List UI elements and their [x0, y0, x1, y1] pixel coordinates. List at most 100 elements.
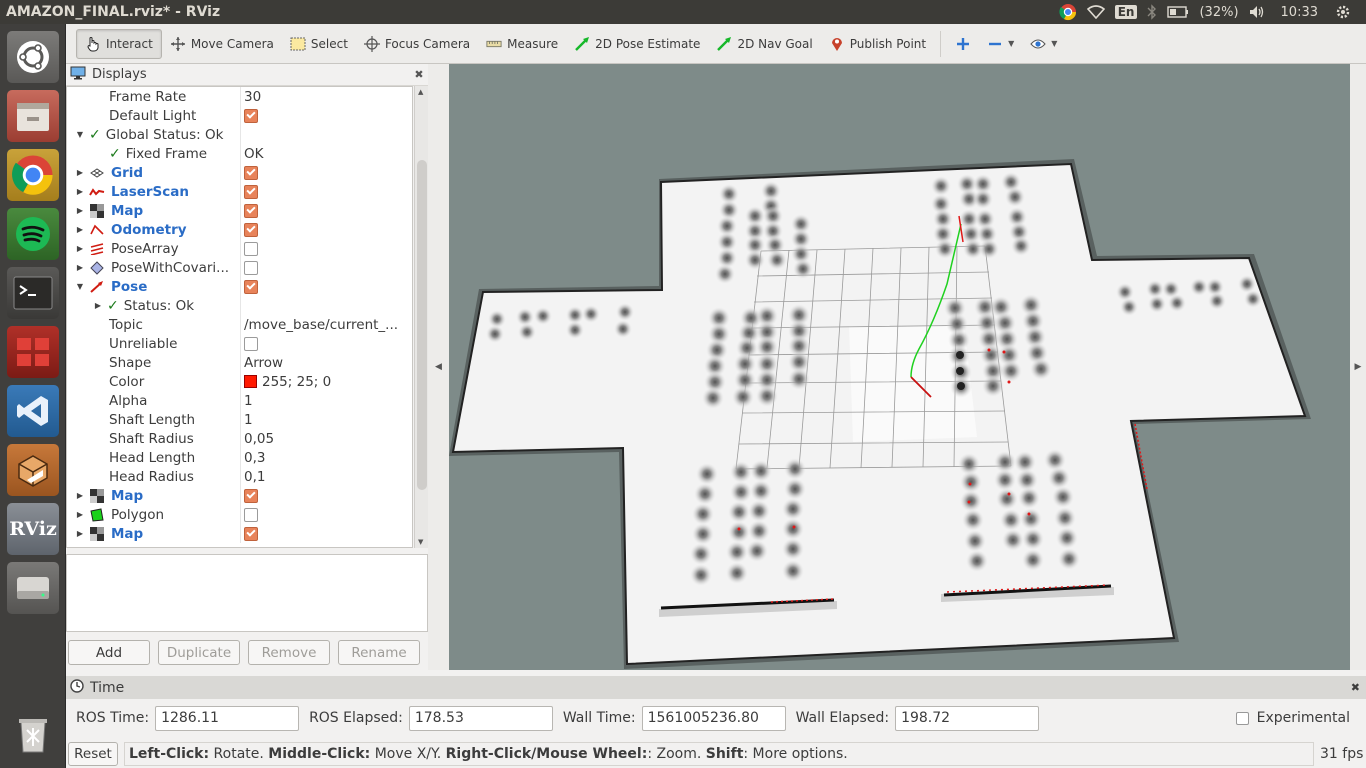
wall-time-field[interactable]: 1561005236.80 [641, 705, 786, 731]
interact-tool-button[interactable]: Interact [76, 28, 162, 59]
tree-row-fixed-frame[interactable]: ✓ Fixed Frame OK [67, 144, 412, 163]
dash-icon[interactable] [7, 31, 59, 83]
map-checkbox[interactable] [244, 526, 258, 541]
tree-row-posearray[interactable]: ▶ PoseArray [67, 239, 412, 258]
tree-row-color[interactable]: Color 255; 25; 0 [67, 372, 412, 391]
vscode-icon[interactable] [7, 385, 59, 437]
move-camera-tool-button[interactable]: Move Camera [162, 29, 282, 59]
panel-splitter[interactable]: ◀ [428, 64, 449, 670]
tree-row-global-status[interactable]: ▼ ✓ Global Status: Ok [67, 125, 412, 144]
expand-arrow-icon[interactable]: ▶ [75, 263, 85, 272]
tree-row-frame-rate[interactable]: Frame Rate 30 [67, 87, 412, 106]
volume-icon[interactable] [1249, 5, 1265, 19]
tree-row-pose[interactable]: ▼ Pose [67, 277, 412, 296]
color-value[interactable]: 255; 25; 0 [262, 374, 331, 390]
map-checkbox[interactable] [244, 203, 258, 218]
ros-time-field[interactable]: 1286.11 [155, 705, 300, 731]
files-icon[interactable] [7, 90, 59, 142]
default-light-checkbox[interactable] [244, 108, 258, 123]
chrome-tray-icon[interactable] [1059, 3, 1077, 21]
reset-button[interactable]: Reset [68, 742, 118, 766]
wall-elapsed-field[interactable]: 198.72 [895, 705, 1040, 731]
add-tool-button[interactable] [947, 29, 979, 59]
expand-arrow-icon[interactable]: ▶ [75, 491, 85, 500]
tree-row-topic[interactable]: Topic /move_base/current_... [67, 315, 412, 334]
rename-button[interactable]: Rename [338, 640, 420, 665]
expand-arrow-icon[interactable]: ▶ [93, 301, 103, 310]
frame-rate-value[interactable]: 30 [244, 89, 261, 105]
publish-point-tool-button[interactable]: Publish Point [821, 29, 934, 59]
expand-arrow-icon[interactable]: ▼ [75, 130, 85, 139]
keyboard-layout-indicator[interactable]: En [1114, 5, 1138, 19]
scroll-up-icon[interactable]: ▲ [418, 88, 423, 96]
polygon-checkbox[interactable] [244, 507, 258, 522]
alpha-value[interactable]: 1 [244, 393, 253, 409]
terminal-icon[interactable] [7, 267, 59, 319]
trash-icon[interactable] [7, 708, 59, 760]
workspace-icon[interactable] [7, 326, 59, 378]
gear-icon[interactable] [1336, 5, 1350, 19]
odometry-checkbox[interactable] [244, 222, 258, 237]
tree-row-unreliable[interactable]: Unreliable [67, 334, 412, 353]
close-icon[interactable]: ✖ [414, 69, 424, 80]
tree-row-head-radius[interactable]: Head Radius 0,1 [67, 467, 412, 486]
battery-icon[interactable] [1167, 6, 1189, 18]
shape-value[interactable]: Arrow [244, 355, 283, 371]
tree-row-default-light[interactable]: Default Light [67, 106, 412, 125]
tree-row-map[interactable]: ▶ Map [67, 486, 412, 505]
measure-tool-button[interactable]: Measure [478, 29, 566, 59]
focus-camera-tool-button[interactable]: Focus Camera [356, 29, 478, 59]
expand-arrow-icon[interactable]: ▶ [75, 206, 85, 215]
scroll-down-icon[interactable]: ▼ [418, 538, 423, 546]
tree-row-shaft-length[interactable]: Shaft Length 1 [67, 410, 412, 429]
expand-arrow-icon[interactable]: ▶ [75, 244, 85, 253]
render-viewport[interactable] [449, 64, 1350, 670]
select-tool-button[interactable]: Select [282, 29, 356, 59]
shaft-radius-value[interactable]: 0,05 [244, 431, 274, 447]
drive-icon[interactable] [7, 562, 59, 614]
laserscan-checkbox[interactable] [244, 184, 258, 199]
tree-row-pose-status[interactable]: ▶ ✓ Status: Ok [67, 296, 412, 315]
remove-button[interactable]: Remove [248, 640, 330, 665]
posewithcovariance-checkbox[interactable] [244, 260, 258, 275]
chrome-icon[interactable] [7, 149, 59, 201]
expand-arrow-icon[interactable]: ▶ [75, 187, 85, 196]
grid-checkbox[interactable] [244, 165, 258, 180]
duplicate-button[interactable]: Duplicate [158, 640, 240, 665]
map-checkbox[interactable] [244, 488, 258, 503]
clock[interactable]: 10:33 [1281, 5, 1318, 20]
rviz-icon[interactable]: RViz [7, 503, 59, 555]
tree-row-laserscan[interactable]: ▶ LaserScan [67, 182, 412, 201]
pose-estimate-tool-button[interactable]: 2D Pose Estimate [566, 29, 708, 59]
color-swatch[interactable] [244, 375, 257, 388]
displays-tree[interactable]: Frame Rate 30 Default Light ▼ ✓ Global Sta… [66, 86, 413, 548]
wifi-icon[interactable] [1086, 5, 1105, 19]
collapse-left-icon[interactable]: ◀ [435, 362, 442, 372]
expand-arrow-icon[interactable]: ▶ [75, 510, 85, 519]
head-length-value[interactable]: 0,3 [244, 450, 265, 466]
displays-scrollbar[interactable]: ▲ ▼ [414, 86, 428, 548]
pose-checkbox[interactable] [244, 279, 258, 294]
expand-arrow-icon[interactable]: ▼ [75, 282, 85, 291]
spotify-icon[interactable] [7, 208, 59, 260]
nav-goal-tool-button[interactable]: 2D Nav Goal [708, 29, 820, 59]
ros-elapsed-field[interactable]: 178.53 [408, 705, 553, 731]
package-icon[interactable] [7, 444, 59, 496]
tree-row-grid[interactable]: ▶ Grid [67, 163, 412, 182]
expand-arrow-icon[interactable]: ▶ [75, 225, 85, 234]
tree-row-posewithcovariance[interactable]: ▶ PoseWithCovari... [67, 258, 412, 277]
shaft-length-value[interactable]: 1 [244, 412, 253, 428]
expand-arrow-icon[interactable]: ▶ [75, 529, 85, 538]
tree-row-alpha[interactable]: Alpha 1 [67, 391, 412, 410]
tree-row-map[interactable]: ▶ Map [67, 524, 412, 543]
add-button[interactable]: Add [68, 640, 150, 665]
collapse-right-icon[interactable]: ▶ [1355, 362, 1362, 372]
viewport-right-handle[interactable]: ▶ [1350, 64, 1366, 670]
tree-row-head-length[interactable]: Head Length 0,3 [67, 448, 412, 467]
experimental-checkbox[interactable] [1235, 711, 1249, 725]
expand-arrow-icon[interactable]: ▶ [75, 168, 85, 177]
remove-tool-button[interactable]: ▼ [979, 29, 1022, 59]
tree-row-map[interactable]: ▶ Map [67, 201, 412, 220]
unreliable-checkbox[interactable] [244, 336, 258, 351]
view-tool-button[interactable]: ▼ [1022, 29, 1065, 59]
